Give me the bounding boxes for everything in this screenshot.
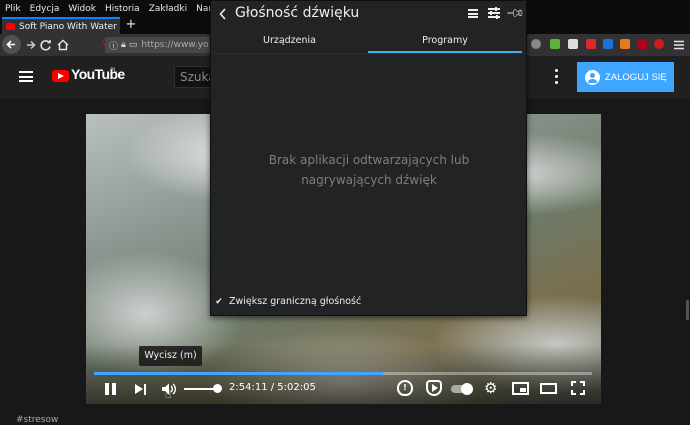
empty-state-message: Brak aplikacji odtwarzających lub nagryw… xyxy=(268,153,470,187)
extension-2-icon[interactable] xyxy=(550,39,560,49)
region-code: PL xyxy=(110,67,117,74)
mixer-settings-icon[interactable] xyxy=(488,6,500,19)
extension-6-icon[interactable] xyxy=(620,39,630,49)
menu-file[interactable]: Plik xyxy=(5,4,21,14)
extension-4-icon[interactable] xyxy=(586,39,596,49)
hamburger-menu-icon[interactable] xyxy=(468,9,478,18)
guide-menu-icon[interactable] xyxy=(19,71,33,82)
tab-divider xyxy=(211,53,526,54)
reload-icon xyxy=(40,40,51,51)
menu-history[interactable]: Historia xyxy=(105,4,140,14)
next-button[interactable] xyxy=(134,383,147,396)
progress-bar-played xyxy=(94,372,383,375)
theater-mode-icon[interactable] xyxy=(540,383,557,394)
more-options-icon[interactable] xyxy=(552,69,560,85)
settings-gear-icon[interactable]: ⚙ xyxy=(484,380,497,396)
url-bar[interactable]: ⓘ 🔒︎ ▭ https://www.yo xyxy=(105,37,215,53)
browser-tab[interactable]: Soft Piano With Water Sou × xyxy=(2,17,120,34)
popup-back-button[interactable] xyxy=(218,7,228,25)
menu-edit[interactable]: Edycja xyxy=(30,4,60,14)
hamburger-icon xyxy=(674,40,684,50)
hand-cursor-icon: ☝ xyxy=(165,388,172,401)
extension-play-icon[interactable] xyxy=(426,380,442,396)
time-separator: / xyxy=(267,382,278,393)
current-time: 2:54:11 xyxy=(229,382,268,393)
login-label: ZALOGUJ SIĘ xyxy=(605,71,667,83)
extension-8-icon[interactable] xyxy=(654,39,664,49)
search-input[interactable]: Szukaj xyxy=(174,66,214,88)
miniplayer-icon[interactable] xyxy=(512,382,529,395)
home-button[interactable] xyxy=(54,36,72,54)
raise-volume-limit-checkbox[interactable]: ✔ Zwiększ graniczną głośność xyxy=(214,296,361,307)
overflow-menu-button[interactable] xyxy=(670,36,688,54)
tab-applications[interactable]: Programy xyxy=(368,31,522,53)
menu-bookmarks[interactable]: Zakładki xyxy=(149,4,187,14)
page-scrollbar[interactable] xyxy=(686,300,689,320)
home-icon xyxy=(57,39,69,51)
autoplay-toggle[interactable] xyxy=(451,383,473,395)
reload-button[interactable] xyxy=(37,36,55,54)
menu-view[interactable]: Widok xyxy=(68,4,96,14)
lock-icon[interactable]: 🔒︎ xyxy=(121,40,126,50)
new-tab-button[interactable]: + xyxy=(124,17,138,34)
back-arrow-icon xyxy=(6,40,15,49)
extension-7-icon[interactable] xyxy=(637,39,647,49)
fullscreen-icon[interactable] xyxy=(571,381,585,395)
tab-title: Soft Piano With Water Sou xyxy=(19,21,120,32)
url-text: https://www.yo xyxy=(141,40,209,50)
popup-title: Głośność dźwięku xyxy=(235,5,360,21)
time-display: 2:54:11 / 5:02:05 xyxy=(229,382,316,393)
youtube-logo-icon[interactable] xyxy=(52,70,69,82)
extension-1-icon[interactable] xyxy=(531,39,541,49)
chevron-left-icon xyxy=(219,8,226,20)
login-button[interactable]: ZALOGUJ SIĘ xyxy=(577,62,674,92)
pause-button[interactable] xyxy=(104,382,118,396)
account-icon xyxy=(585,69,600,85)
extension-5-icon[interactable] xyxy=(603,39,613,49)
volume-slider-handle[interactable] xyxy=(213,384,222,393)
info-icon[interactable]: ⓘ xyxy=(109,39,118,52)
youtube-favicon-icon xyxy=(6,23,15,30)
permissions-icon[interactable]: ▭ xyxy=(129,40,138,50)
mute-tooltip: Wycisz (m) xyxy=(139,346,202,366)
checkmark-icon[interactable]: ✔ xyxy=(214,297,224,307)
back-button[interactable] xyxy=(2,35,21,54)
shield-extension-icon[interactable]: ! xyxy=(397,380,413,396)
extension-3-icon[interactable] xyxy=(568,39,578,49)
raise-volume-limit-label: Zwiększ graniczną głośność xyxy=(229,296,362,307)
duration: 5:02:05 xyxy=(277,382,316,393)
tab-devices[interactable]: Urządzenia xyxy=(211,31,368,53)
